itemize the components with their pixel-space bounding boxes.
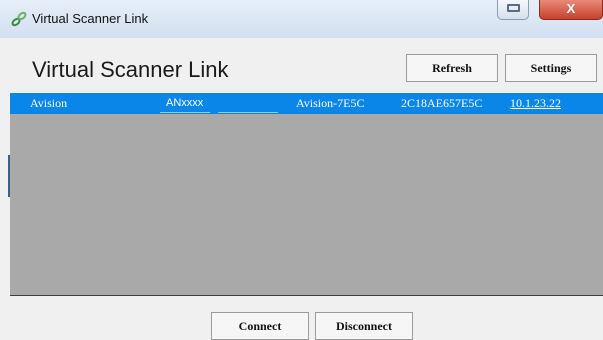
close-button[interactable]: X [539,0,603,20]
settings-button[interactable]: Settings [505,54,597,82]
device-host: Avision-7E5C [296,96,365,110]
device-name: Avision [30,96,68,110]
device-mac: 2C18AE657E5C [401,96,483,110]
device-ip-link[interactable]: 10.1.23.22 [510,96,561,111]
connect-button[interactable]: Connect [211,312,309,340]
cell-underline [160,112,210,113]
link-icon [10,10,28,28]
close-icon: X [566,1,576,16]
cell-underline [218,112,278,113]
title-bar: Virtual Scanner Link X [0,0,603,38]
page-title: Virtual Scanner Link [32,57,229,82]
device-row[interactable]: Avision ANxxxx Avision-7E5C 2C18AE657E5C… [10,93,603,114]
device-model: ANxxxx [166,97,204,109]
restore-icon [507,4,520,12]
refresh-button[interactable]: Refresh [406,54,498,82]
list-left-edge [0,93,11,296]
window-title: Virtual Scanner Link [32,11,149,26]
device-list[interactable]: Avision ANxxxx Avision-7E5C 2C18AE657E5C… [10,93,603,296]
disconnect-button[interactable]: Disconnect [315,312,413,340]
maximize-button[interactable] [497,0,529,20]
